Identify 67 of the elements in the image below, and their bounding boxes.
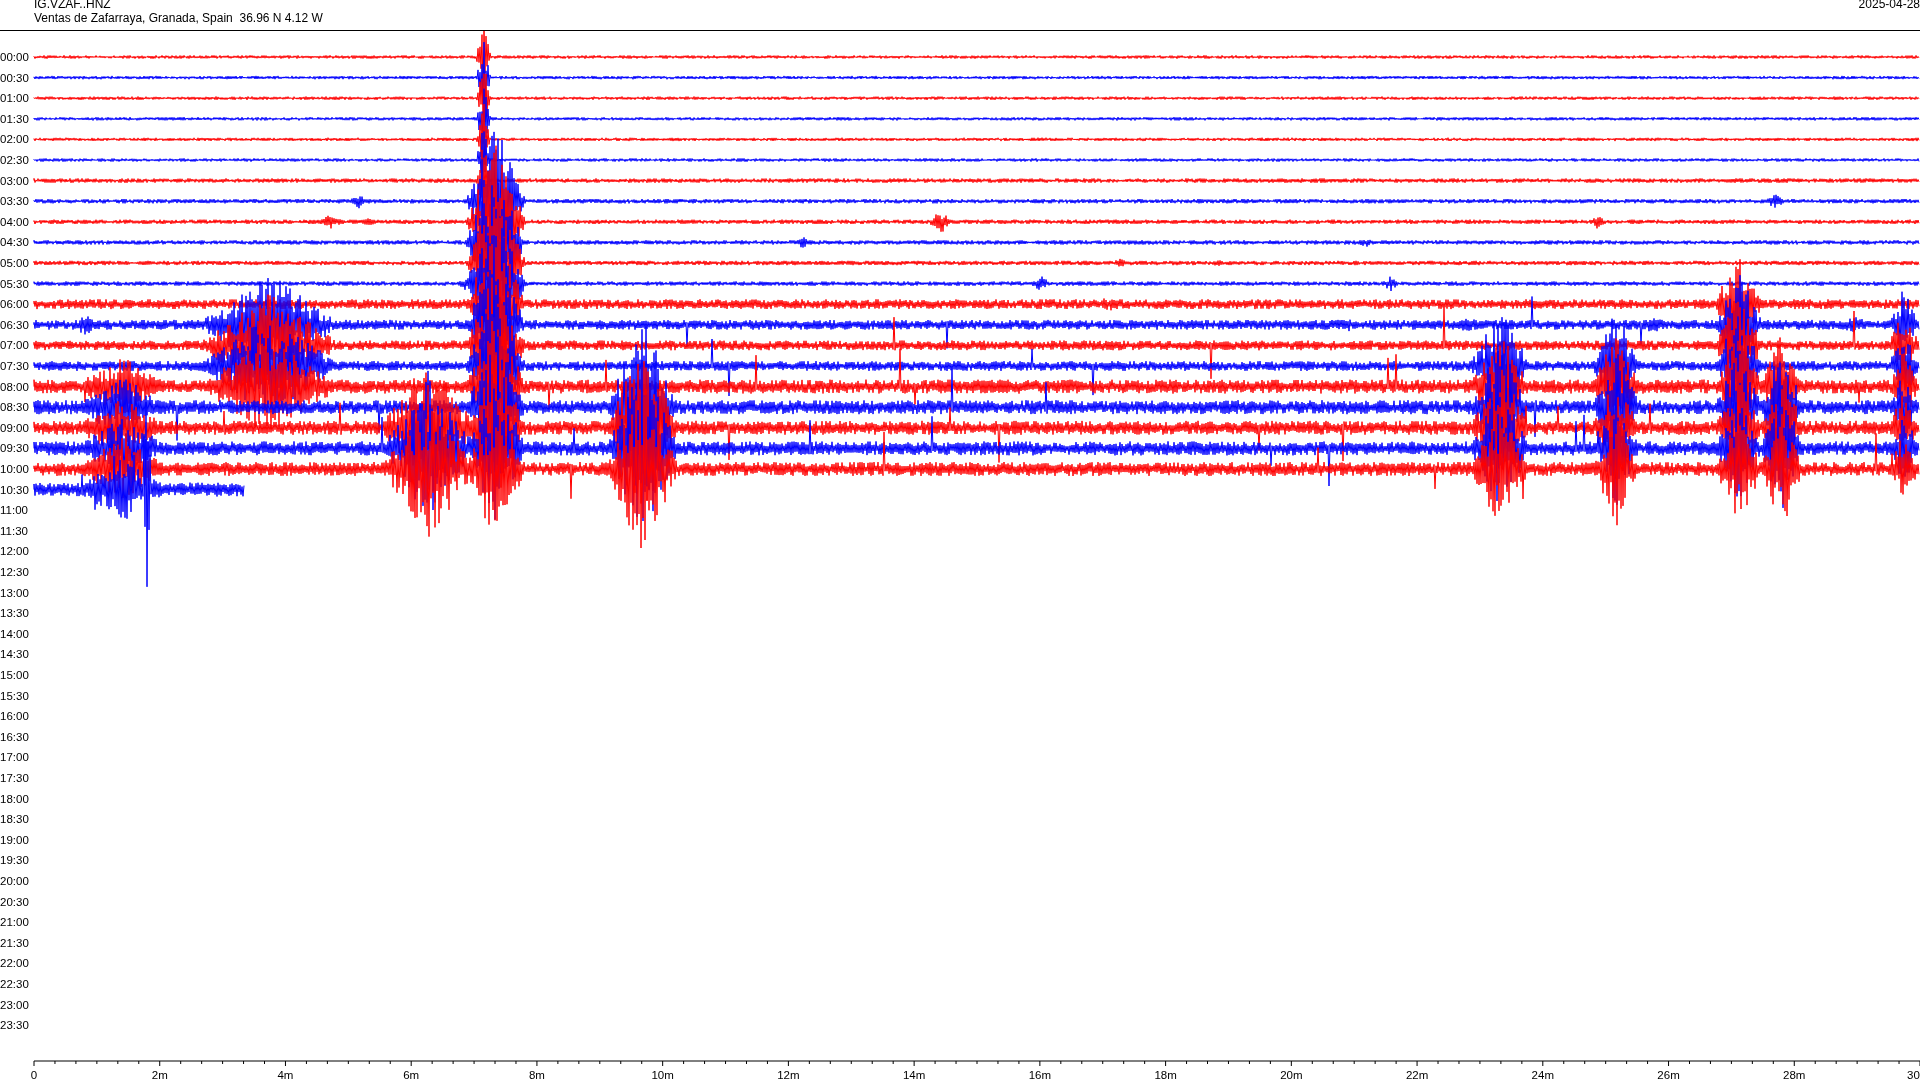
- hour-label: 17:30: [0, 772, 29, 784]
- hour-label: 01:30: [0, 112, 29, 125]
- hour-label: 07:30: [0, 360, 29, 372]
- axis-label: 8m: [528, 1069, 545, 1080]
- hour-label: 22:00: [0, 957, 29, 970]
- hour-label: 02:30: [0, 154, 29, 166]
- hour-label: 09:00: [0, 421, 29, 434]
- hour-label: 05:30: [0, 277, 29, 290]
- hour-label: 00:30: [0, 71, 29, 84]
- hour-label: 11:00: [0, 504, 28, 517]
- hour-label: 08:00: [0, 380, 29, 393]
- axis-label: 26m: [1657, 1069, 1680, 1080]
- axis-label: 12m: [777, 1069, 800, 1080]
- hour-label: 04:00: [0, 215, 29, 228]
- hour-label: 00:00: [0, 51, 29, 63]
- hour-label: 21:30: [0, 936, 29, 949]
- hour-label: 03:30: [0, 195, 29, 208]
- hour-label: 13:00: [0, 586, 29, 599]
- axis-label: 28m: [1783, 1069, 1806, 1080]
- hour-label: 01:00: [0, 92, 29, 105]
- axis-label: 14m: [902, 1069, 926, 1080]
- axis-label: 2m: [151, 1069, 168, 1080]
- axis-label: 10m: [651, 1069, 674, 1080]
- hour-label: 07:00: [0, 339, 29, 352]
- hour-label: 04:30: [0, 236, 29, 249]
- hour-label: 18:00: [0, 792, 29, 805]
- hour-label: 20:00: [0, 875, 29, 887]
- hour-label: 16:00: [0, 710, 29, 723]
- axis-label: 20m: [1280, 1069, 1303, 1080]
- hour-label: 11:30: [0, 524, 28, 537]
- hour-label: 14:00: [0, 627, 29, 640]
- axis-label: 16m: [1028, 1069, 1052, 1080]
- station-location: Ventas de Zafarraya, Granada, Spain 36.96 N 4.12 W: [34, 11, 323, 25]
- record-date: 2025-04-28: [1858, 0, 1920, 13]
- axis-label: 30: [1907, 1069, 1920, 1080]
- hour-label: 22:30: [0, 978, 29, 990]
- axis-label: 22m: [1405, 1069, 1429, 1080]
- hour-label: 21:00: [0, 916, 29, 929]
- hour-label: 20:30: [0, 895, 29, 908]
- hour-label: 06:30: [0, 318, 29, 331]
- hour-label: 18:30: [0, 813, 29, 826]
- hour-label: 08:30: [0, 401, 29, 414]
- hour-label: 17:00: [0, 751, 29, 764]
- hour-label: 05:00: [0, 257, 29, 269]
- hour-label: 19:00: [0, 833, 29, 846]
- axis-label: 0: [30, 1069, 38, 1080]
- hour-label: 14:30: [0, 648, 29, 661]
- hour-label: 15:30: [0, 689, 29, 702]
- hour-label: 13:30: [0, 607, 29, 620]
- axis-label: 4m: [277, 1069, 294, 1080]
- hour-label: 16:30: [0, 730, 29, 743]
- hour-label: 10:30: [0, 483, 29, 496]
- hour-label: 02:00: [0, 133, 29, 146]
- hour-label: 10:00: [0, 463, 29, 475]
- hour-label: 03:00: [0, 174, 29, 187]
- hour-label: 12:00: [0, 545, 29, 558]
- station-code: IG.VZAF..HNZ: [34, 0, 112, 11]
- axis-label: 6m: [403, 1069, 420, 1080]
- hour-label: 09:30: [0, 442, 29, 455]
- axis-label: 18m: [1154, 1069, 1177, 1080]
- hour-label: 06:00: [0, 298, 29, 311]
- hour-label: 19:30: [0, 854, 29, 867]
- hour-label: 23:30: [0, 1019, 29, 1032]
- axis-label: 24m: [1531, 1069, 1554, 1080]
- hour-label: 15:00: [0, 669, 29, 681]
- hour-label: 12:30: [0, 566, 29, 578]
- hour-label: 23:00: [0, 998, 29, 1011]
